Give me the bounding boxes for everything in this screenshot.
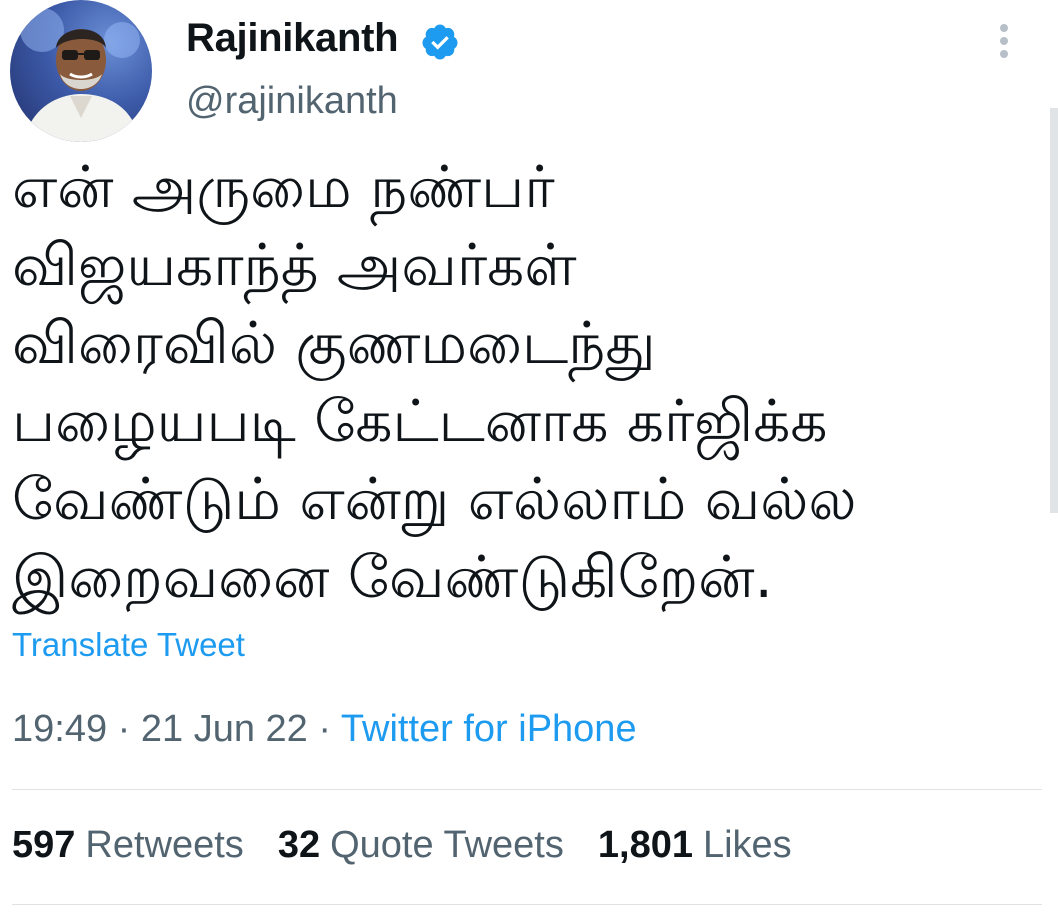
tweet-source-link[interactable]: Twitter for iPhone: [341, 708, 637, 750]
handle[interactable]: @rajinikanth: [186, 80, 398, 123]
quote-tweets-stat[interactable]: 32 Quote Tweets: [278, 824, 564, 867]
tweet-line: இறைவனை வேண்டுகிறேன்.: [12, 543, 773, 611]
quote-tweets-label: Quote Tweets: [330, 824, 564, 866]
tweet-stats: 597 Retweets 32 Quote Tweets 1,801 Likes: [12, 824, 792, 867]
likes-label: Likes: [702, 824, 792, 866]
avatar-photo: [20, 8, 140, 142]
tweet-line: பழையபடி கேட்டனாக கர்ஜிக்க: [12, 387, 828, 455]
scrollbar[interactable]: [1050, 108, 1058, 513]
tweet-line: விரைவில் குணமடைந்து: [12, 309, 656, 377]
meta-separator: ·: [107, 708, 141, 750]
quote-tweets-count: 32: [277, 824, 321, 866]
tweet-date[interactable]: 21 Jun 22: [141, 708, 308, 750]
tweet-time[interactable]: 19:49: [12, 708, 107, 750]
retweets-label: Retweets: [85, 824, 244, 866]
tweet-line: என் அருமை நண்பர்: [12, 153, 555, 221]
likes-stat[interactable]: 1,801 Likes: [598, 824, 792, 867]
retweets-stat[interactable]: 597 Retweets: [12, 824, 244, 867]
verified-badge-icon: [422, 24, 458, 60]
translate-tweet-link[interactable]: Translate Tweet: [12, 626, 245, 664]
tweet-meta: 19:49 · 21 Jun 22 · Twitter for iPhone: [12, 708, 637, 751]
more-options-icon[interactable]: [992, 24, 1016, 60]
likes-count: 1,801: [597, 824, 693, 866]
display-name[interactable]: Rajinikanth: [186, 16, 399, 61]
meta-separator: ·: [307, 708, 341, 750]
avatar[interactable]: [10, 0, 152, 142]
divider: [12, 904, 1042, 905]
tweet-line: வேண்டும் என்று எல்லாம் வல்ல: [12, 465, 857, 533]
divider: [12, 789, 1042, 790]
tweet-line: விஜயகாந்த் அவர்கள்: [12, 231, 577, 299]
tweet-text: என் அருமை நண்பர் விஜயகாந்த் அவர்கள் விரை…: [12, 148, 1042, 616]
retweets-count: 597: [12, 824, 76, 866]
